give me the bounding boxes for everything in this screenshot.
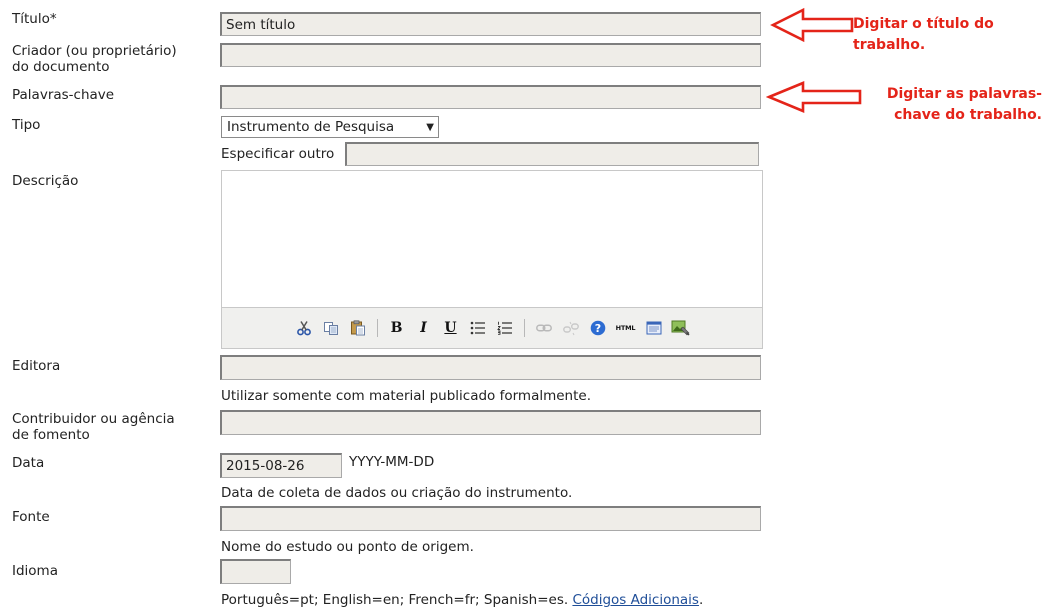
language-help: Português=pt; English=en; French=fr; Spa…: [221, 592, 703, 608]
keywords-annotation-arrow-icon: [766, 81, 862, 113]
type-select-value: Instrumento de Pesquisa: [227, 119, 395, 135]
title-annotation: Digitar o título do trabalho.: [853, 14, 994, 56]
creator-label: Criador (ou proprietário) do documento: [12, 43, 177, 75]
description-label: Descrição: [12, 173, 79, 189]
publisher-help: Utilizar somente com material publicado …: [221, 388, 591, 404]
publisher-input[interactable]: [220, 355, 761, 380]
contributor-label-line1: Contribuidor ou agência: [12, 411, 175, 427]
language-label: Idioma: [12, 563, 58, 579]
numbered-list-icon[interactable]: [495, 318, 515, 338]
title-input[interactable]: [220, 12, 761, 36]
language-help-text: Português=pt; English=en; French=fr; Spa…: [221, 592, 569, 608]
creator-label-line2: do documento: [12, 59, 110, 75]
keywords-annotation-line2: chave do trabalho.: [894, 107, 1042, 123]
cut-icon[interactable]: [294, 318, 314, 338]
keywords-label: Palavras-chave: [12, 87, 115, 103]
chevron-down-icon: ▼: [426, 121, 434, 133]
date-help: Data de coleta de dados ou criação do in…: [221, 485, 573, 501]
publisher-label: Editora: [12, 358, 61, 374]
insert-image-icon[interactable]: [671, 318, 691, 338]
link-icon[interactable]: [534, 318, 554, 338]
description-editor[interactable]: [221, 170, 763, 307]
creator-label-line1: Criador (ou proprietário): [12, 43, 177, 59]
bold-icon[interactable]: B: [387, 318, 407, 338]
fullscreen-icon[interactable]: [644, 318, 664, 338]
description-toolbar: B I U ? HTML: [221, 307, 763, 349]
contributor-label-line2: de fomento: [12, 427, 90, 443]
paste-icon[interactable]: [348, 318, 368, 338]
date-label: Data: [12, 455, 45, 471]
contributor-input[interactable]: [220, 410, 761, 435]
contributor-label: Contribuidor ou agência de fomento: [12, 411, 175, 443]
italic-icon[interactable]: I: [414, 318, 434, 338]
toolbar-separator: [523, 319, 525, 337]
toolbar-separator: [376, 319, 378, 337]
language-input[interactable]: [220, 559, 291, 584]
source-help: Nome do estudo ou ponto de origem.: [221, 539, 474, 555]
keywords-annotation-line1: Digitar as palavras-: [886, 86, 1042, 102]
bullet-list-icon[interactable]: [468, 318, 488, 338]
title-annotation-arrow-icon: [770, 7, 854, 43]
svg-text:?: ?: [594, 322, 600, 335]
language-help-end: .: [698, 592, 704, 608]
title-annotation-line1: Digitar o título do: [853, 16, 994, 32]
type-other-input[interactable]: [345, 142, 759, 166]
source-input[interactable]: [220, 506, 761, 531]
title-label: Título*: [12, 11, 57, 27]
keywords-input[interactable]: [220, 85, 761, 109]
date-input[interactable]: [220, 453, 342, 478]
source-label: Fonte: [12, 509, 50, 525]
unlink-icon[interactable]: [561, 318, 581, 338]
creator-input[interactable]: [220, 43, 761, 67]
type-select[interactable]: Instrumento de Pesquisa ▼: [221, 116, 439, 138]
title-annotation-line2: trabalho.: [853, 37, 926, 53]
keywords-annotation: Digitar as palavras- chave do trabalho.: [885, 84, 1042, 126]
date-format-hint: YYYY-MM-DD: [349, 454, 435, 470]
type-label: Tipo: [12, 117, 41, 133]
html-icon[interactable]: HTML: [615, 318, 637, 338]
additional-codes-link[interactable]: Códigos Adicionais: [572, 592, 699, 608]
type-other-label: Especificar outro: [221, 146, 335, 162]
underline-icon[interactable]: U: [441, 318, 461, 338]
help-icon[interactable]: ?: [588, 318, 608, 338]
copy-icon[interactable]: [321, 318, 341, 338]
